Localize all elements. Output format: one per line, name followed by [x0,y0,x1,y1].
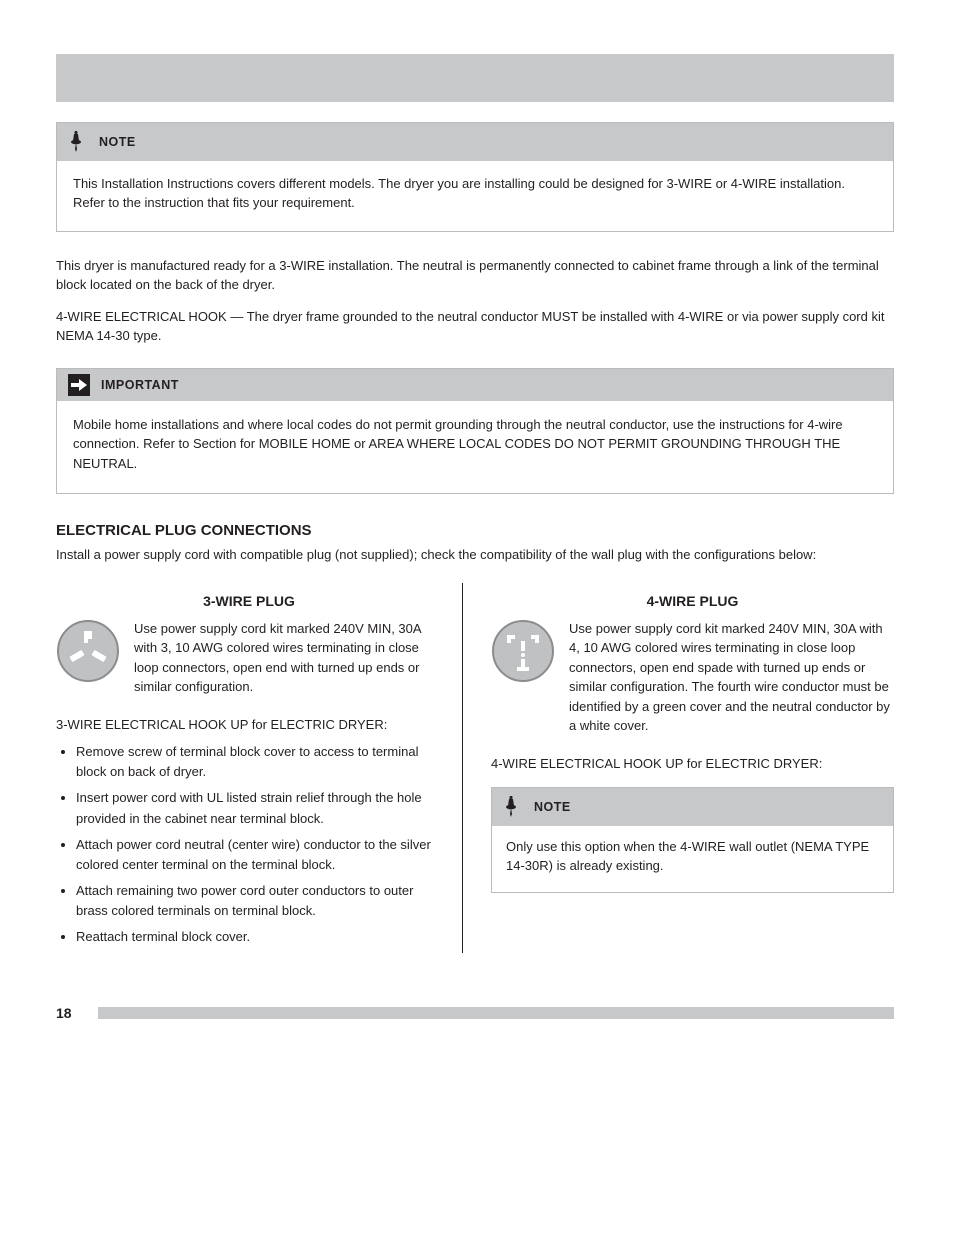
desc-3wire: Use power supply cord kit marked 240V MI… [134,619,442,697]
important-box: IMPORTANT Mobile home installations and … [56,368,894,495]
note-box-1: NOTE This Installation Instructions cove… [56,122,894,232]
step-3wire-2: Insert power cord with UL listed strain … [76,788,442,828]
note-label-1: NOTE [99,135,136,149]
important-label: IMPORTANT [101,378,179,392]
step-3wire-1: Remove screw of terminal block cover to … [76,742,442,782]
footer-bar [98,1007,894,1019]
outlet-3wire-icon [56,619,120,688]
step-3wire-3: Attach power cord neutral (center wire) … [76,835,442,875]
lead-4wire: 4-WIRE ELECTRICAL HOOK UP for ELECTRIC D… [491,754,894,774]
column-3wire: 3-WIRE PLUG Use power supply co [56,583,463,954]
note-body-2: Only use this option when the 4-WIRE wal… [492,826,893,892]
arrow-right-icon [67,373,91,397]
step-3wire-5: Reattach terminal block cover. [76,927,442,947]
section-paragraph-plug: Install a power supply cord with compati… [56,545,894,565]
steps-3wire: Remove screw of terminal block cover to … [56,742,442,947]
column-4wire: 4-WIRE PLUG [487,583,894,954]
section-banner [56,54,894,102]
page-footer: 18 [56,1005,894,1021]
outlet-4wire-icon [491,619,555,688]
section-heading-plug: ELECTRICAL PLUG CONNECTIONS [56,522,894,539]
pushpin-icon [498,794,524,820]
heading-3wire-plug: 3-WIRE PLUG [56,593,442,609]
step-3wire-4: Attach remaining two power cord outer co… [76,881,442,921]
pushpin-icon [63,129,89,155]
note-head-1: NOTE [57,123,893,161]
heading-4wire-plug: 4-WIRE PLUG [491,593,894,609]
paragraph-3wire: This dryer is manufactured ready for a 3… [56,256,894,295]
note-head-2: NOTE [492,788,893,826]
important-head: IMPORTANT [57,369,893,401]
note-label-2: NOTE [534,800,571,814]
paragraph-4wire: 4-WIRE ELECTRICAL HOOK — The dryer frame… [56,307,894,346]
page-number: 18 [56,1005,84,1021]
lead-3wire: 3-WIRE ELECTRICAL HOOK UP for ELECTRIC D… [56,715,442,735]
note-box-2: NOTE Only use this option when the 4-WIR… [491,787,894,893]
desc-4wire: Use power supply cord kit marked 240V MI… [569,619,894,736]
important-body: Mobile home installations and where loca… [57,401,893,494]
note-body-1: This Installation Instructions covers di… [57,161,893,231]
